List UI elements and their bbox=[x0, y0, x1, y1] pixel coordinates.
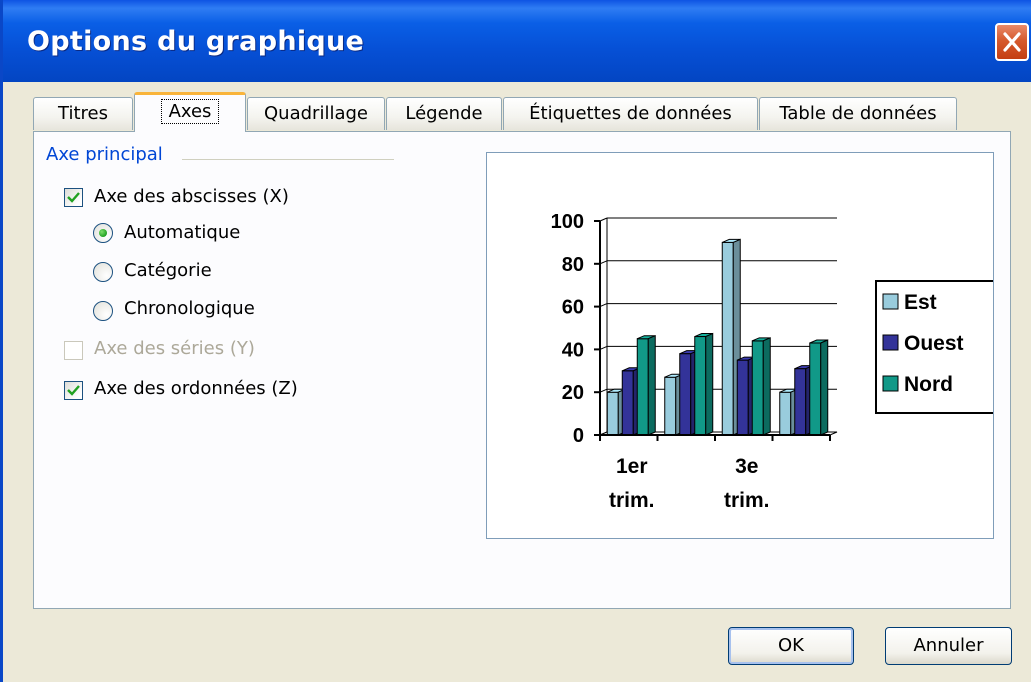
tab-table-de-donnees[interactable]: Table de données bbox=[759, 97, 957, 130]
radio-automatique[interactable] bbox=[93, 223, 113, 243]
y-tick-label: 40 bbox=[562, 339, 584, 361]
y-tick-label: 100 bbox=[551, 211, 584, 233]
label-axe-series: Axe des séries (Y) bbox=[94, 338, 255, 359]
legend-label: Est bbox=[904, 291, 937, 314]
y-tick-label: 60 bbox=[562, 297, 584, 319]
chart-svg: 0 20 40 60 80 100 1er trim. 3e trim. Est Ouest Nord bbox=[551, 211, 995, 512]
bar bbox=[679, 353, 692, 436]
bar bbox=[636, 338, 649, 436]
legend-label: Ouest bbox=[904, 332, 964, 355]
bar-side bbox=[762, 337, 771, 436]
bar bbox=[621, 370, 634, 436]
x-tick-label: trim. bbox=[724, 489, 770, 512]
checkbox-axe-series bbox=[64, 341, 83, 360]
bar-side bbox=[705, 332, 714, 436]
bar bbox=[606, 391, 619, 436]
bar-side bbox=[647, 334, 656, 436]
close-x-icon bbox=[1003, 32, 1021, 52]
radio-selected-dot bbox=[99, 229, 107, 237]
y-tick-label: 20 bbox=[562, 382, 584, 404]
tab-label: Axes bbox=[160, 99, 220, 124]
bar bbox=[694, 336, 707, 436]
bar bbox=[809, 342, 822, 436]
legend-label: Nord bbox=[904, 373, 953, 396]
bar bbox=[779, 391, 792, 436]
cancel-button[interactable]: Annuler bbox=[885, 627, 1012, 665]
bar bbox=[721, 241, 734, 436]
tab-etiquettes-de-donnees[interactable]: Étiquettes de données bbox=[503, 97, 758, 130]
chart-preview: 0 20 40 60 80 100 1er trim. 3e trim. Est Ouest Nord bbox=[486, 152, 995, 539]
tab-label: Quadrillage bbox=[264, 103, 368, 124]
legend-swatch bbox=[882, 293, 899, 310]
dialog-window: Options du graphique Titres Axes Quadril… bbox=[0, 0, 1031, 682]
checkbox-axe-abscisses[interactable] bbox=[64, 188, 83, 207]
group-divider bbox=[182, 159, 394, 160]
x-tick-label: trim. bbox=[609, 489, 655, 512]
bar bbox=[794, 368, 807, 436]
checkmark-icon bbox=[67, 385, 80, 396]
tab-titres[interactable]: Titres bbox=[33, 97, 133, 130]
gridline-side bbox=[599, 303, 608, 308]
tab-label: Titres bbox=[58, 103, 108, 124]
tab-legende[interactable]: Légende bbox=[386, 97, 502, 130]
gridline-side bbox=[599, 260, 608, 265]
tab-label: Étiquettes de données bbox=[529, 103, 732, 124]
bar bbox=[751, 340, 764, 436]
label-chronologique[interactable]: Chronologique bbox=[124, 298, 255, 319]
legend-swatch bbox=[882, 375, 899, 392]
bar bbox=[736, 359, 749, 436]
y-tick-label: 80 bbox=[562, 254, 584, 276]
label-categorie[interactable]: Catégorie bbox=[124, 260, 212, 281]
tab-quadrillage[interactable]: Quadrillage bbox=[247, 97, 385, 130]
close-button[interactable] bbox=[995, 23, 1029, 61]
tab-strip: Titres Axes Quadrillage Légende Étiquett… bbox=[33, 92, 993, 132]
tab-axes[interactable]: Axes bbox=[134, 92, 246, 132]
legend-swatch bbox=[882, 334, 899, 351]
x-tick-label: 3e bbox=[735, 455, 758, 478]
gridline-side bbox=[599, 217, 608, 222]
checkbox-axe-ordonnees[interactable] bbox=[64, 381, 83, 400]
y-tick-label: 0 bbox=[573, 425, 584, 447]
tab-panel-axes: Axe principal Axe des abscisses (X) Auto… bbox=[33, 131, 1011, 609]
radio-categorie[interactable] bbox=[93, 262, 113, 282]
radio-chronologique[interactable] bbox=[93, 301, 113, 321]
dialog-title: Options du graphique bbox=[27, 26, 365, 57]
title-bar[interactable]: Options du graphique bbox=[3, 0, 1031, 82]
tab-label: Légende bbox=[405, 103, 483, 124]
bar-side bbox=[820, 339, 829, 436]
checkmark-icon bbox=[67, 192, 80, 203]
label-axe-abscisses[interactable]: Axe des abscisses (X) bbox=[94, 186, 289, 207]
group-label-axe-principal: Axe principal bbox=[46, 144, 163, 165]
ok-button[interactable]: OK bbox=[728, 627, 854, 665]
label-axe-ordonnees[interactable]: Axe des ordonnées (Z) bbox=[94, 378, 298, 399]
gridline-side bbox=[599, 388, 608, 393]
tab-label: Table de données bbox=[779, 103, 937, 124]
gridline-side bbox=[599, 345, 608, 350]
label-automatique[interactable]: Automatique bbox=[124, 222, 240, 243]
bar bbox=[664, 376, 677, 436]
x-tick-label: 1er bbox=[616, 455, 648, 478]
